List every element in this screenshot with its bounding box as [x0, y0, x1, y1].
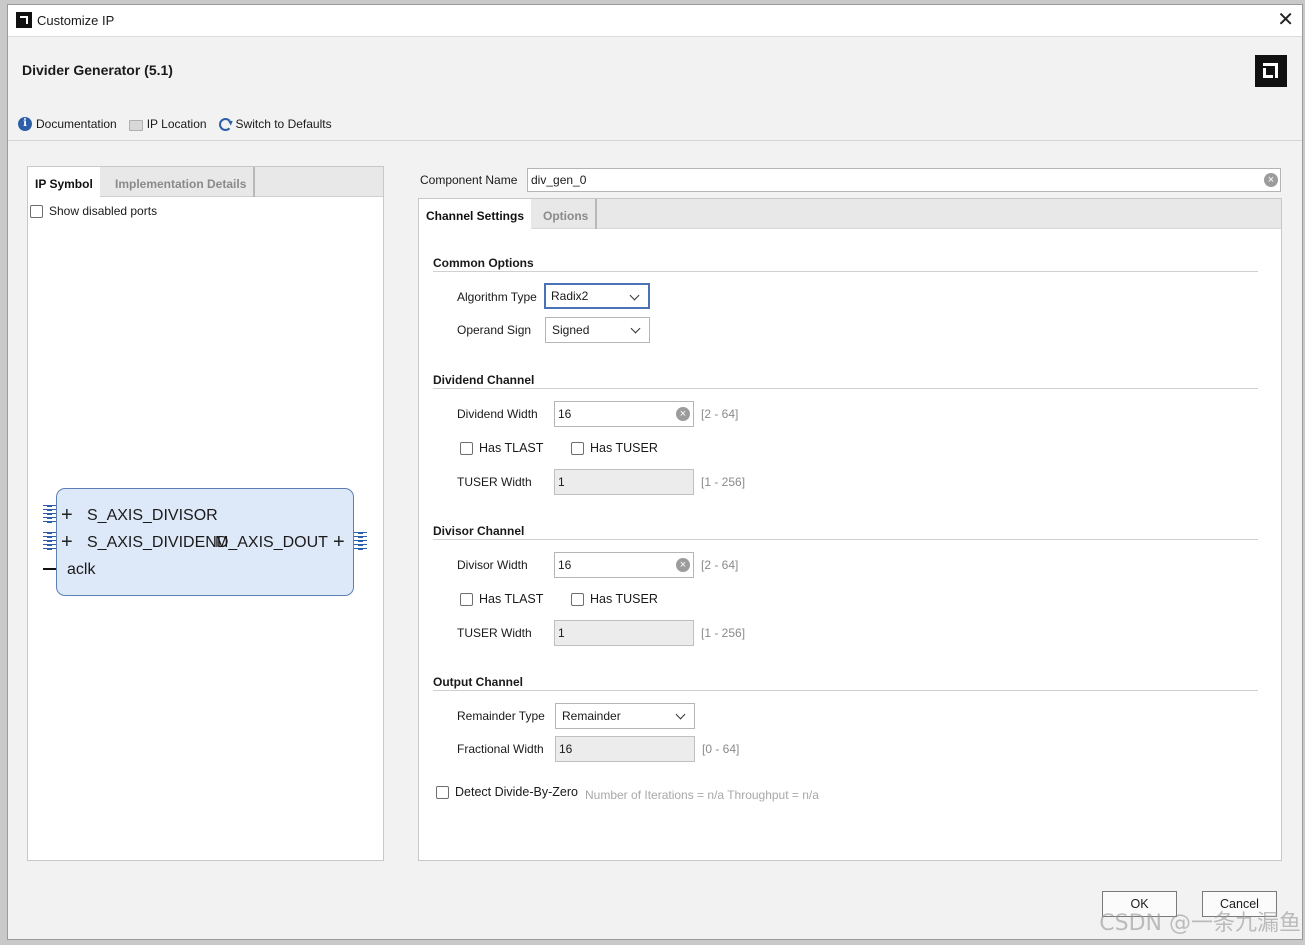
clear-icon[interactable]: × — [676, 558, 690, 572]
fractional-width-input: 16 — [555, 736, 695, 762]
port-aclk: aclk — [67, 561, 96, 578]
remainder-type-value: Remainder — [562, 709, 621, 723]
ip-symbol-block: + S_AXIS_DIVISOR + S_AXIS_DIVIDEND aclk … — [56, 488, 354, 596]
chevron-down-icon — [630, 323, 641, 334]
divisor-has-tlast-label: Has TLAST — [479, 592, 544, 606]
documentation-label: Documentation — [36, 117, 117, 131]
port-s-axis-divisor: S_AXIS_DIVISOR — [87, 507, 218, 524]
dividend-has-tuser-label: Has TUSER — [590, 441, 658, 455]
divisor-tuser-width-label: TUSER Width — [457, 626, 532, 640]
component-name-row: Component Name div_gen_0 × — [420, 168, 1282, 192]
operand-sign-select[interactable]: Signed — [545, 317, 650, 343]
divisor-tuser-row: Has TUSER — [571, 592, 658, 606]
dialog-header: Divider Generator (5.1) i Documentation … — [8, 37, 1302, 141]
show-disabled-ports-row: Show disabled ports — [30, 204, 157, 218]
amd-logo-icon — [1255, 55, 1287, 87]
ip-title: Divider Generator (5.1) — [22, 62, 173, 78]
show-disabled-ports-checkbox[interactable] — [30, 204, 43, 218]
clock-wire — [43, 568, 56, 570]
component-name-label: Component Name — [420, 173, 518, 187]
section-divider — [433, 271, 1258, 272]
dividend-tuser-row: Has TUSER — [571, 441, 658, 455]
dividend-has-tuser-checkbox[interactable] — [571, 441, 584, 455]
expand-plus-icon[interactable]: + — [61, 532, 73, 552]
detect-divide-by-zero-row: Detect Divide-By-Zero — [436, 785, 578, 799]
expand-plus-icon[interactable]: + — [333, 532, 345, 552]
component-name-input[interactable]: div_gen_0 — [527, 168, 1281, 192]
dividend-tuser-width-range: [1 - 256] — [701, 475, 746, 489]
output-channel-heading: Output Channel — [433, 675, 523, 689]
divisor-width-label: Divisor Width — [457, 558, 528, 572]
divisor-width-range: [2 - 64] — [701, 558, 739, 572]
title-bar: Customize IP ✕ — [8, 5, 1302, 37]
chevron-down-icon — [629, 290, 640, 301]
port-m-axis-dout: M_AXIS_DOUT — [215, 534, 328, 551]
algorithm-type-value: Radix2 — [551, 289, 589, 303]
operand-sign-value: Signed — [552, 323, 590, 337]
chevron-down-icon — [675, 709, 686, 720]
tab-channel-settings[interactable]: Channel Settings — [419, 199, 532, 230]
refresh-icon — [218, 117, 232, 131]
dividend-width-range: [2 - 64] — [701, 407, 739, 421]
algorithm-type-label: Algorithm Type — [457, 290, 537, 304]
ip-symbol-panel: IP Symbol Implementation Details Show di… — [27, 166, 384, 861]
divisor-has-tuser-checkbox[interactable] — [571, 592, 584, 606]
algorithm-type-select[interactable]: Radix2 — [544, 283, 650, 309]
divisor-tuser-width-range: [1 - 256] — [701, 626, 746, 640]
bus-interface-icon — [354, 532, 367, 552]
ip-location-button[interactable]: IP Location — [128, 117, 207, 131]
remainder-type-label: Remainder Type — [457, 709, 545, 723]
dividend-has-tlast-checkbox[interactable] — [460, 441, 473, 455]
section-divider — [433, 539, 1258, 540]
detect-divide-by-zero-checkbox[interactable] — [436, 785, 449, 799]
section-divider — [433, 690, 1258, 691]
section-divider — [433, 388, 1258, 389]
window-title: Customize IP — [37, 13, 115, 28]
divisor-tuser-width-input: 1 — [554, 620, 694, 646]
fractional-width-range: [0 - 64] — [702, 742, 740, 756]
clear-icon[interactable]: × — [676, 407, 690, 421]
operand-sign-label: Operand Sign — [457, 323, 532, 337]
dividend-tlast-row: Has TLAST — [460, 441, 543, 455]
dividend-channel-heading: Dividend Channel — [433, 373, 535, 387]
tab-implementation-details[interactable]: Implementation Details — [108, 167, 256, 197]
fractional-width-label: Fractional Width — [457, 742, 544, 756]
customize-ip-dialog: Customize IP ✕ Divider Generator (5.1) i… — [7, 4, 1303, 940]
settings-panel: Channel Settings Options Common Options … — [418, 198, 1282, 861]
tab-options[interactable]: Options — [536, 199, 598, 229]
right-tab-bar: Channel Settings Options — [419, 199, 1281, 230]
remainder-type-select[interactable]: Remainder — [555, 703, 695, 729]
expand-plus-icon[interactable]: + — [61, 505, 73, 525]
detect-divide-by-zero-label: Detect Divide-By-Zero — [455, 785, 578, 799]
vivado-app-icon — [16, 12, 32, 28]
show-disabled-ports-label: Show disabled ports — [49, 204, 158, 218]
port-s-axis-dividend: S_AXIS_DIVIDEND — [87, 534, 229, 551]
dividend-width-label: Dividend Width — [457, 407, 538, 421]
folder-icon — [128, 119, 143, 131]
bus-interface-icon — [43, 505, 56, 525]
dividend-width-input[interactable]: 16 — [554, 401, 694, 427]
bus-interface-icon — [43, 532, 56, 552]
dividend-has-tlast-label: Has TLAST — [479, 441, 544, 455]
ip-location-label: IP Location — [146, 117, 207, 131]
dividend-tuser-width-input: 1 — [554, 469, 694, 495]
divisor-has-tlast-checkbox[interactable] — [460, 592, 473, 606]
close-icon[interactable]: ✕ — [1277, 9, 1294, 31]
left-tab-bar: IP Symbol Implementation Details — [28, 167, 383, 198]
common-options-heading: Common Options — [433, 256, 534, 270]
switch-to-defaults-label: Switch to Defaults — [235, 117, 332, 131]
divisor-tlast-row: Has TLAST — [460, 592, 543, 606]
clear-icon[interactable]: × — [1264, 173, 1278, 187]
iterations-throughput-hint: Number of Iterations = n/a Throughput = … — [585, 788, 819, 802]
csdn-watermark: CSDN @一条九漏鱼 — [1099, 911, 1301, 936]
switch-to-defaults-button[interactable]: Switch to Defaults — [218, 117, 332, 131]
divisor-has-tuser-label: Has TUSER — [590, 592, 658, 606]
dividend-tuser-width-label: TUSER Width — [457, 475, 532, 489]
tab-ip-symbol[interactable]: IP Symbol — [28, 167, 100, 198]
documentation-button[interactable]: i Documentation — [18, 117, 117, 131]
divisor-width-input[interactable]: 16 — [554, 552, 694, 578]
info-icon: i — [18, 117, 32, 131]
header-toolbar: i Documentation IP Location Switch to De… — [18, 115, 344, 133]
divisor-channel-heading: Divisor Channel — [433, 524, 525, 538]
